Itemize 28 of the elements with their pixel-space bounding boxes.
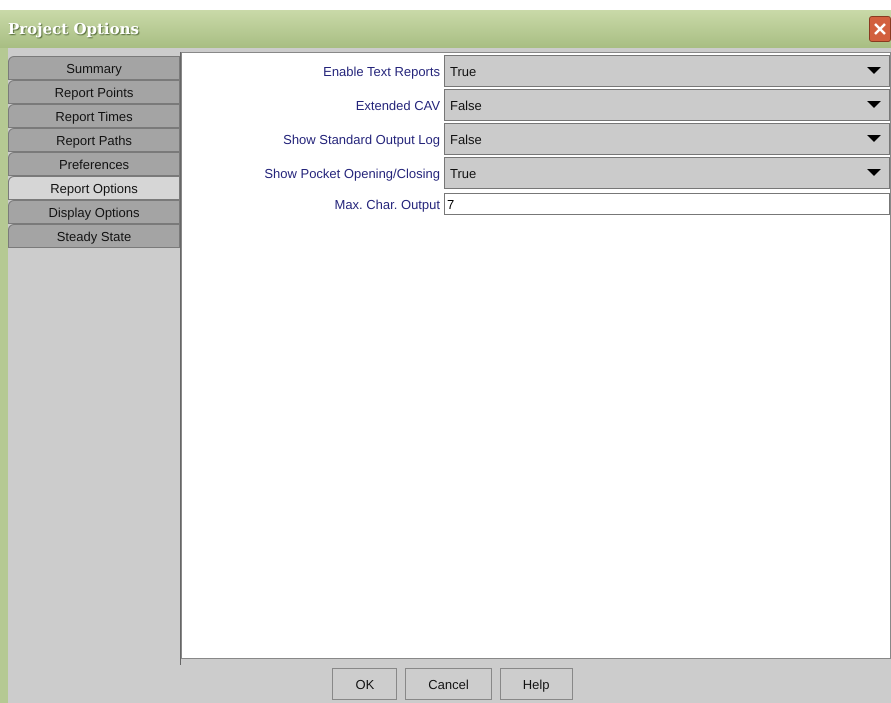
dropdown-arrow-icon	[867, 101, 881, 109]
dialog-button[interactable]: Cancel	[405, 668, 492, 700]
tab[interactable]: Display Options	[8, 200, 180, 224]
tab[interactable]: Report Paths	[8, 128, 180, 152]
dropdown[interactable]: True	[444, 157, 890, 189]
tab[interactable]: Report Times	[8, 104, 180, 128]
dropdown[interactable]: False	[444, 123, 890, 155]
dropdown-arrow-icon	[867, 67, 881, 75]
option-label: Show Standard Output Log	[282, 132, 440, 146]
window-title: Project Options	[8, 20, 139, 38]
tab[interactable]: Steady State	[8, 224, 180, 248]
dropdown-arrow-icon	[867, 169, 881, 177]
option-label: Show Pocket Opening/Closing	[263, 166, 440, 180]
tab[interactable]: Summary	[8, 56, 180, 80]
dropdown[interactable]: False	[444, 89, 890, 121]
tab[interactable]: Report Points	[8, 80, 180, 104]
option-label: Max. Char. Output	[334, 196, 440, 212]
dialog-button[interactable]: OK	[332, 668, 398, 700]
option-label: Extended CAV	[354, 98, 440, 112]
dropdown-arrow-icon	[867, 135, 881, 143]
close-button[interactable]	[869, 16, 891, 42]
tab[interactable]: Preferences	[8, 152, 180, 176]
tab[interactable]: Report Options	[8, 176, 180, 200]
dropdown[interactable]: True	[444, 55, 890, 87]
dialog-button[interactable]: Help	[500, 668, 572, 700]
input-field[interactable]: 7	[444, 193, 890, 215]
option-label: Enable Text Reports	[322, 64, 440, 78]
close-icon	[873, 22, 887, 36]
